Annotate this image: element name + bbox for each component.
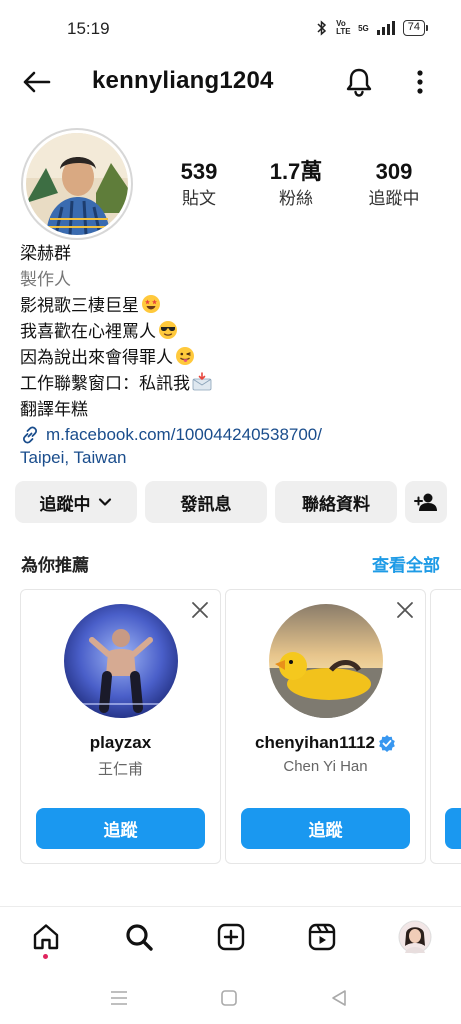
suggestion-avatar[interactable] xyxy=(64,604,178,718)
suggestion-username: chenyihan1112 xyxy=(226,733,425,753)
profile-bio: 梁赫群 製作人 影視歌三棲巨星 我喜歡在心裡罵人 因為說出來會得罪人 工作聯繫窗… xyxy=(20,241,450,471)
suggestion-username: playzax xyxy=(21,733,220,753)
following-button[interactable]: 追蹤中 xyxy=(15,481,137,523)
bell-icon xyxy=(346,68,372,97)
battery-indicator: 74 xyxy=(402,20,429,36)
chevron-down-icon xyxy=(98,498,111,506)
suggestion-username-text: chenyihan1112 xyxy=(254,733,376,752)
nav-reels[interactable] xyxy=(304,919,340,955)
profile-username: kennyliang1204 xyxy=(92,67,274,94)
posts-stat[interactable]: 539 貼文 xyxy=(154,158,244,212)
more-vertical-icon xyxy=(417,70,423,94)
status-time: 15:19 xyxy=(67,19,110,38)
bio-line-4: 工作聯繫窗口：私訊我 xyxy=(20,371,450,397)
status-icons: Vo LTE 5G 74 xyxy=(316,19,429,36)
profile-actions: 追蹤中 發訊息 聯絡資料 xyxy=(15,481,447,523)
follow-button[interactable]: 追蹤 xyxy=(36,808,205,849)
link-icon xyxy=(22,426,38,444)
sunglasses-emoji-icon xyxy=(159,321,177,339)
home-notification-dot xyxy=(43,954,48,959)
posts-label: 貼文 xyxy=(182,189,216,208)
message-button-label: 發訊息 xyxy=(180,494,232,514)
close-icon xyxy=(397,602,413,618)
plus-square-icon xyxy=(217,923,245,951)
reels-icon xyxy=(308,923,336,951)
suggest-people-button[interactable] xyxy=(405,481,447,523)
suggestion-card: chenyihan1112 Chen Yi Han 追蹤 xyxy=(225,589,426,864)
bio-line-3-text: 因為說出來會得罪人 xyxy=(20,348,173,367)
bottom-navigation xyxy=(0,906,461,968)
dismiss-suggestion-button[interactable] xyxy=(190,600,210,620)
followers-label: 粉絲 xyxy=(279,189,313,208)
posts-count: 539 xyxy=(180,159,218,184)
suggestion-fullname: Chen Yi Han xyxy=(283,758,368,775)
envelope-emoji-icon xyxy=(192,372,212,391)
suggestion-card-partial xyxy=(430,589,461,864)
bio-link-text: m.facebook.com/100044240538700/ xyxy=(46,425,322,444)
profile-category: 製作人 xyxy=(20,270,71,289)
close-icon xyxy=(192,602,208,618)
see-all-link[interactable]: 查看全部 xyxy=(372,551,440,576)
profile-header: kennyliang1204 xyxy=(0,58,461,106)
following-label: 追蹤中 xyxy=(368,189,420,208)
message-button[interactable]: 發訊息 xyxy=(145,481,267,523)
bio-line-4-text: 工作聯繫窗口：私訊我 xyxy=(20,374,190,393)
bio-line-2-text: 我喜歡在心裡罵人 xyxy=(20,322,156,341)
following-stat[interactable]: 309 追蹤中 xyxy=(349,158,439,212)
back-system-button[interactable] xyxy=(326,985,352,1011)
suggestion-avatar[interactable] xyxy=(269,604,383,718)
suggestion-username-text: playzax xyxy=(89,733,152,752)
following-button-label: 追蹤中 xyxy=(39,494,91,514)
suggestion-card: playzax 王仁甫 追蹤 xyxy=(20,589,221,864)
following-count: 309 xyxy=(375,159,413,184)
profile-photo xyxy=(26,133,128,235)
volte-label: Vo LTE xyxy=(336,19,351,36)
bio-link[interactable]: m.facebook.com/100044240538700/ xyxy=(20,425,450,445)
nav-search[interactable] xyxy=(121,919,157,955)
recents-button[interactable] xyxy=(106,985,132,1011)
add-person-icon xyxy=(414,493,437,511)
suggestions-title: 為你推薦 xyxy=(21,556,89,575)
verified-badge-icon xyxy=(379,735,395,752)
tongue-wink-emoji-icon xyxy=(176,347,194,365)
system-navigation-bar xyxy=(0,975,461,1024)
followers-count: 1.7萬 xyxy=(269,159,323,184)
display-name: 梁赫群 xyxy=(20,244,71,263)
bio-line-1-text: 影視歌三棲巨星 xyxy=(20,296,139,315)
menu-lines-icon xyxy=(111,991,127,1005)
location-link[interactable]: Taipei, Taiwan xyxy=(20,445,450,471)
nav-home[interactable] xyxy=(28,919,64,955)
back-arrow-icon xyxy=(23,71,51,93)
contact-button-label: 聯絡資料 xyxy=(302,494,370,514)
bio-line-2: 我喜歡在心裡罵人 xyxy=(20,319,450,345)
home-system-button[interactable] xyxy=(216,985,242,1011)
back-button[interactable] xyxy=(18,66,54,98)
home-icon xyxy=(33,924,59,950)
status-bar: 15:19 Vo LTE 5G 74 xyxy=(0,0,461,58)
search-icon xyxy=(126,924,153,951)
contact-button[interactable]: 聯絡資料 xyxy=(275,481,397,523)
more-options-button[interactable] xyxy=(407,64,433,100)
square-icon xyxy=(221,990,237,1006)
bluetooth-icon xyxy=(317,20,327,36)
nav-profile[interactable] xyxy=(397,919,433,955)
network-label: 5G xyxy=(358,23,369,33)
suggestion-fullname: 王仁甫 xyxy=(97,761,143,778)
followers-stat[interactable]: 1.7萬 粉絲 xyxy=(251,158,341,212)
bio-line-5: 翻譯年糕 xyxy=(20,400,88,419)
star-eyes-emoji-icon xyxy=(142,295,160,313)
follow-button-partial[interactable] xyxy=(445,808,461,849)
notifications-button[interactable] xyxy=(342,64,376,100)
bio-line-1: 影視歌三棲巨星 xyxy=(20,293,450,319)
dismiss-suggestion-button[interactable] xyxy=(395,600,415,620)
triangle-back-icon xyxy=(332,990,346,1006)
follow-button[interactable]: 追蹤 xyxy=(241,808,410,849)
signal-icon xyxy=(376,21,395,35)
profile-avatar-icon xyxy=(398,920,432,954)
bio-line-3: 因為說出來會得罪人 xyxy=(20,345,450,371)
nav-create[interactable] xyxy=(213,919,249,955)
profile-avatar[interactable] xyxy=(21,128,133,240)
